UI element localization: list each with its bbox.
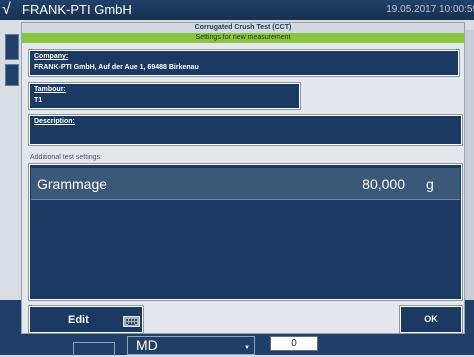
tambour-field[interactable]: Tambour: T1 [28, 82, 301, 110]
ok-button[interactable]: OK [399, 305, 463, 334]
background-side-button [5, 64, 19, 86]
dialog-title: Corrugated Crush Test (CCT) [22, 23, 464, 33]
company-value: FRANK-PTI GmbH, Auf der Aue 1, 69488 Bir… [34, 64, 199, 71]
description-label: Description: [34, 118, 75, 125]
direction-dropdown-value: MD [136, 337, 158, 353]
edit-button[interactable]: Edit [28, 305, 144, 334]
company-field[interactable]: Company: FRANK-PTI GmbH, Auf der Aue 1, … [28, 49, 460, 77]
app-title: FRANK-PTI GmbH [22, 2, 132, 17]
tambour-value: T1 [34, 97, 43, 104]
keyboard-icon [123, 316, 140, 327]
setting-name: Grammage [37, 176, 108, 192]
app-title-bar: √ FRANK-PTI GmbH 19.05.2017 10:00:59 [0, 0, 474, 20]
company-label: Company: [34, 53, 69, 60]
settings-list[interactable]: Grammage 80,000 g [28, 163, 463, 301]
settings-dialog: Corrugated Crush Test (CCT) Settings for… [21, 22, 465, 334]
frank-pti-logo-icon: √ [2, 1, 11, 18]
background-side-button [5, 34, 19, 60]
setting-value: 80,000 [362, 176, 405, 192]
direction-dropdown: MD ▼ [127, 336, 255, 355]
edit-button-label: Edit [68, 314, 89, 326]
setting-row-grammage[interactable]: Grammage 80,000 g [31, 168, 460, 200]
background-box [73, 342, 115, 356]
background-number-field: 0 [270, 336, 318, 351]
description-field[interactable]: Description: [28, 114, 463, 146]
dialog-subtitle: Settings for new measurement [22, 33, 464, 43]
app-datetime: 19.05.2017 10:00:59 [386, 4, 474, 15]
setting-unit: g [426, 176, 434, 192]
additional-settings-label: Additional test settings: [30, 154, 102, 161]
tambour-label: Tambour: [34, 86, 66, 93]
dropdown-arrow-icon: ▼ [244, 345, 250, 351]
